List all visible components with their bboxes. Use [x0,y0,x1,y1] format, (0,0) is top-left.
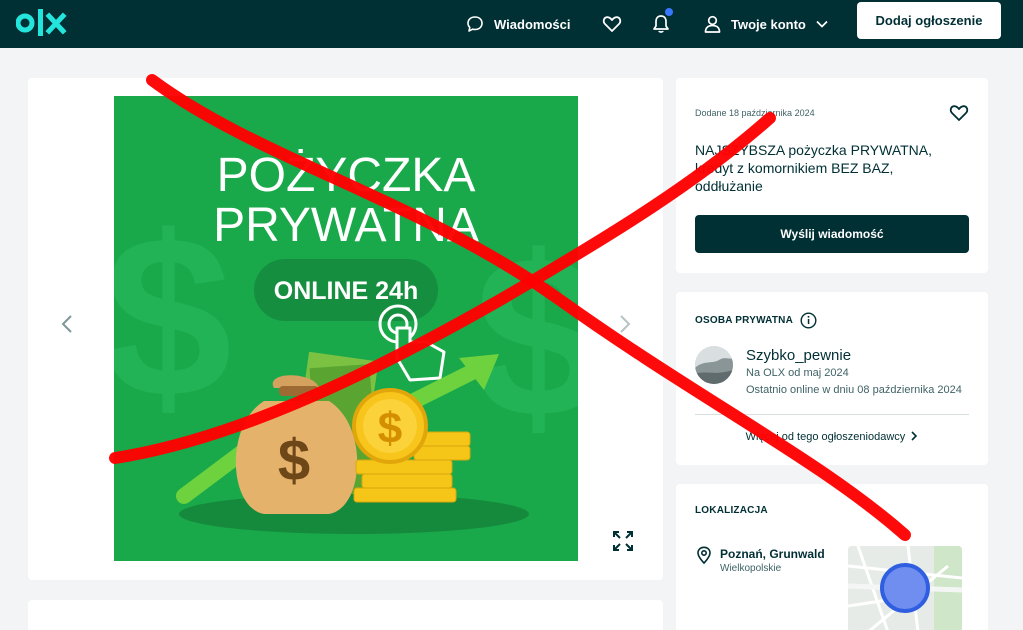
notification-dot [664,7,674,17]
chat-icon [467,16,483,32]
heart-icon [602,16,622,32]
ad-title-line-3: oddłużanie [695,178,763,194]
divider [695,414,969,415]
pin-icon [697,546,711,564]
olx-logo[interactable] [16,7,78,39]
banner-headline-1: POŻYCZKA [217,149,476,202]
messages-label: Wiadomości [494,16,571,32]
add-listing-button[interactable]: Dodaj ogłoszenie [857,2,1001,39]
bg-dollar-right: $ [474,208,578,465]
user-icon [704,15,721,33]
ad-info-card: Dodane 18 października 2024 NAJSZYBSZA p… [676,78,988,273]
expand-icon[interactable] [612,530,634,552]
ad-title: NAJSZYBSZA pożyczka PRYWATNA, kredyt z k… [695,141,965,195]
location-city: Poznań, Grunwald [720,547,825,561]
info-icon[interactable] [800,312,817,329]
map-area-marker [880,563,930,613]
ad-title-line-2: kredyt z komornikiem BEZ BAZ, [695,160,894,176]
banner-headline-2: PRYWATNA [213,199,479,252]
top-navigation-bar: Wiadomości Twoje konto Dodaj ogłoszenie [0,0,1023,48]
avatar[interactable] [695,346,733,384]
account-label: Twoje konto [731,16,806,32]
chevron-left-icon[interactable] [56,312,80,336]
seller-card: OSOBA PRYWATNA Szybko_pewnie Na OLX od m… [676,292,988,465]
location-card: LOKALIZACJA Poznań, Grunwald Wielkopolsk… [676,484,988,630]
loan-advertisement-graphic: $ $ POŻYCZKA PRYWATNA ONLINE 24h $ $ [114,96,578,561]
banner-pill-text: ONLINE 24h [274,277,418,305]
messages-link[interactable]: Wiadomości [466,0,570,48]
account-menu[interactable]: Twoje konto [704,0,828,48]
location-heading: LOKALIZACJA [695,505,768,516]
chevron-down-icon [816,20,828,28]
location-region: Wielkopolskie [720,563,782,574]
seller-since: Na OLX od maj 2024 [746,367,849,379]
notifications-button[interactable] [652,0,674,48]
image-gallery: $ $ POŻYCZKA PRYWATNA ONLINE 24h $ $ [28,78,663,580]
more-from-seller-link[interactable]: Więcej od tego ogłoszeniodawcy [676,431,988,443]
ad-title-line-1: NAJSZYBSZA pożyczka PRYWATNA, [695,142,933,158]
chevron-right-icon[interactable] [612,312,636,336]
description-card [28,600,663,630]
map-thumbnail[interactable] [848,546,962,630]
seller-last-online: Ostatnio online w dniu 08 października 2… [746,384,962,396]
bell-icon [653,15,669,33]
favorites-link[interactable] [602,0,622,48]
added-date: Dodane 18 października 2024 [695,108,815,118]
bag-dollar: $ [278,428,310,493]
coin-dollar: $ [378,404,402,453]
heart-icon[interactable] [949,103,969,123]
send-message-button[interactable]: Wyślij wiadomość [695,215,969,253]
chevron-right-icon [911,431,918,441]
more-from-seller-label: Więcej od tego ogłoszeniodawcy [745,431,906,443]
listing-image[interactable]: $ $ POŻYCZKA PRYWATNA ONLINE 24h $ $ [114,96,578,561]
seller-name[interactable]: Szybko_pewnie [746,347,851,364]
seller-type-heading: OSOBA PRYWATNA [695,315,793,326]
